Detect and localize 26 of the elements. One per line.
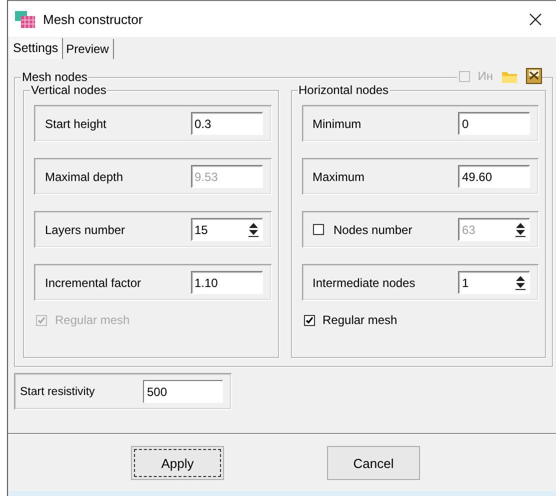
field-label: Start height: [45, 116, 106, 130]
field-label: Minimum: [312, 116, 362, 130]
checkbox-label: Ин: [478, 69, 493, 83]
spin-field[interactable]: 1: [458, 271, 530, 294]
checkbox-label: Regular mesh: [55, 313, 130, 327]
field-label: Layers number: [45, 222, 126, 236]
field-label: Start resistivity: [20, 386, 95, 398]
checkbox-label: Regular mesh: [322, 313, 398, 327]
spin-field[interactable]: 15: [190, 218, 262, 241]
tab[interactable]: Settings: [10, 38, 64, 59]
input-field[interactable]: 500: [143, 380, 223, 403]
input-field[interactable]: 49.60: [458, 165, 530, 188]
field-label: Intermediate nodes: [312, 276, 416, 290]
input-field[interactable]: 0.3: [190, 112, 262, 135]
dialog-button[interactable]: Cancel: [327, 446, 420, 480]
group-title: Mesh nodes: [21, 70, 88, 84]
field-label: Maximal depth: [45, 170, 124, 184]
group-title: Horizontal nodes: [298, 83, 390, 97]
group-title: Vertical nodes: [30, 83, 108, 97]
field-label: Nodes number: [334, 222, 412, 236]
field-label: Maximum: [312, 170, 365, 184]
dialog-button[interactable]: Apply: [131, 446, 224, 480]
field-label: Incremental factor: [45, 276, 142, 290]
input-field[interactable]: 0: [458, 112, 530, 135]
input-field[interactable]: 1.10: [190, 271, 262, 294]
window-title: Mesh constructor: [43, 12, 144, 26]
